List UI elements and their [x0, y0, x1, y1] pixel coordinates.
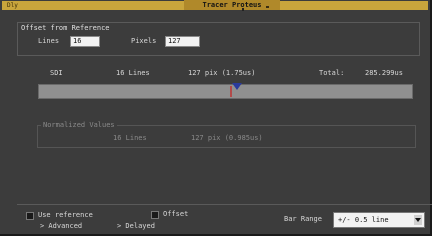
offset-slider-track[interactable] — [38, 84, 413, 99]
group-title: Offset from Reference — [21, 24, 110, 32]
delayed-option[interactable]: > Delayed — [117, 222, 155, 231]
title-marker-icon — [266, 6, 269, 8]
use-reference-checkbox[interactable] — [26, 212, 34, 220]
sdi-label: SDI — [50, 69, 63, 77]
total-label: Total: — [319, 69, 345, 77]
pixels-label: Pixels — [131, 37, 157, 45]
normalized-values-group: Normalized Values 16 Lines 127 pix (0.98… — [37, 121, 416, 148]
title-bar[interactable]: Dly Tracer Proteus — [2, 0, 428, 10]
chevron-down-icon[interactable] — [414, 215, 422, 225]
bar-range-label: Bar Range — [284, 215, 322, 223]
pixels-input[interactable]: 127 — [165, 36, 200, 47]
lines-label: Lines — [38, 37, 60, 45]
title-divider — [242, 8, 244, 11]
window-title-left: Dly — [7, 2, 18, 9]
use-reference-label: Use reference — [38, 211, 93, 219]
status-pixels: 127 pix (1.75us) — [188, 69, 256, 77]
bar-range-value: +/- 0.5 line — [338, 216, 389, 224]
status-lines: 16 Lines — [116, 69, 150, 77]
status-readout: SDI 16 Lines 127 pix (1.75us) Total: 285… — [38, 69, 423, 79]
offset-label: Offset — [163, 210, 189, 218]
normalized-lines: 16 Lines — [113, 134, 147, 142]
bar-range-select[interactable]: +/- 0.5 line — [333, 212, 425, 228]
reference-offset-window: Dly Tracer Proteus Offset from Reference… — [0, 0, 432, 236]
offset-slider-thumb[interactable] — [231, 83, 242, 90]
total-value: 285.299us — [365, 69, 403, 77]
advanced-option[interactable]: > Advanced — [40, 222, 82, 231]
window-title: Tracer Proteus — [184, 0, 280, 10]
normalized-pixels: 127 pix (0.985us) — [191, 134, 263, 142]
offset-from-reference-group: Offset from Reference Lines 16 Pixels 12… — [17, 22, 420, 56]
normalized-legend: Normalized Values — [41, 121, 117, 130]
offset-checkbox[interactable] — [151, 211, 159, 219]
lines-input[interactable]: 16 — [70, 36, 100, 47]
